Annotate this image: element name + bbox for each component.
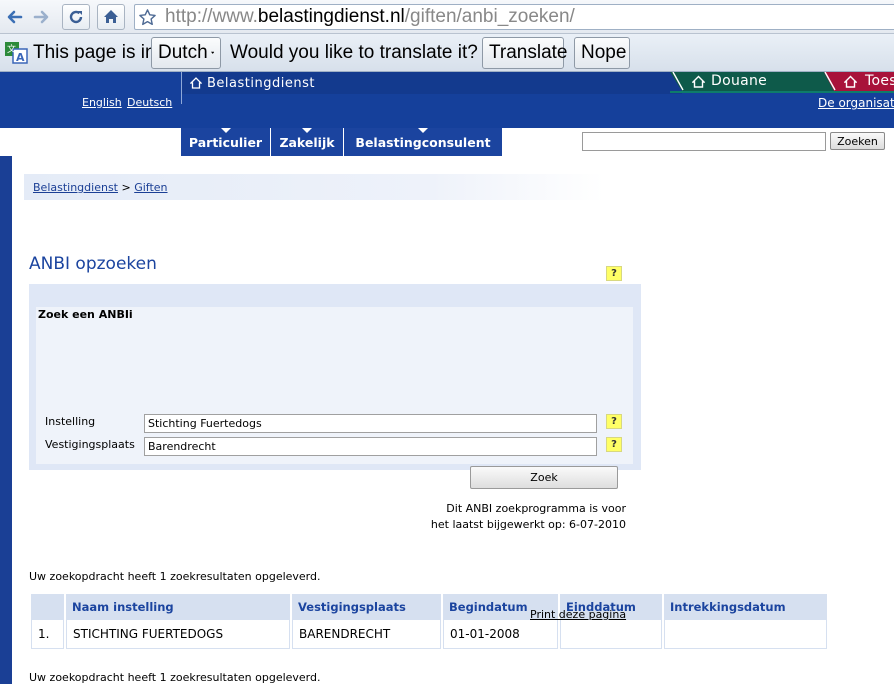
tab-zakelijk[interactable]: Zakelijk <box>271 128 344 156</box>
zoek-button[interactable]: Zoek <box>470 466 618 489</box>
language-label: Dutch <box>158 42 208 63</box>
column-header-naam: Naam instelling <box>66 594 290 619</box>
instelling-input[interactable]: Stichting Fuertedogs <box>144 414 597 433</box>
site-header: Belastingdienst English Deutsch Douane T… <box>0 72 894 128</box>
breadcrumb-link-root[interactable]: Belastingdienst <box>33 181 118 194</box>
address-bar[interactable]: http://www.belastingdienst.nl/giften/anb… <box>134 4 894 30</box>
site-search-input[interactable] <box>582 132 826 151</box>
breadcrumb-separator: > <box>121 181 131 194</box>
instelling-label: Instelling <box>45 415 96 428</box>
cell-intrekkingsdatum <box>664 619 827 649</box>
translate-infobar: A 文 This page is in Dutch Would you like… <box>0 34 894 72</box>
browser-toolbar: http://www.belastingdienst.nl/giften/anb… <box>0 0 894 34</box>
forward-button[interactable] <box>30 4 52 30</box>
print-page-link[interactable]: Print deze pagina <box>530 608 626 621</box>
star-icon <box>139 9 156 26</box>
cell-einddatum <box>560 619 662 649</box>
svg-text:A: A <box>16 51 25 64</box>
header-accent-line <box>670 91 894 93</box>
tab-label: Zakelijk <box>279 134 335 150</box>
home-outline-icon <box>692 75 705 88</box>
column-header-vestigingsplaats: Vestigingsplaats <box>292 594 441 619</box>
translate-question: Would you like to translate it? <box>230 42 478 63</box>
column-header-intrekkingsdatum: Intrekkingsdatum <box>664 594 827 619</box>
breadcrumb: Belastingdienst > Giften <box>24 174 604 200</box>
reload-button[interactable] <box>62 4 90 30</box>
svg-text:文: 文 <box>7 43 16 55</box>
back-button[interactable] <box>4 4 26 30</box>
help-icon[interactable]: ? <box>606 266 622 281</box>
update-note-line2: het laatst bijgewerkt op: 6-07-2010 <box>430 518 626 531</box>
brand-bar[interactable]: Belastingdienst <box>182 72 682 94</box>
table-header-row: Naam instelling Vestigingsplaats Beginda… <box>31 594 827 619</box>
translate-icon: A 文 <box>5 42 28 64</box>
organisation-link[interactable]: De organisati <box>818 96 894 110</box>
home-outline-icon <box>844 75 857 88</box>
back-arrow-icon <box>7 10 23 24</box>
site-search-button[interactable]: Zoeken <box>830 132 885 150</box>
instelling-help-icon[interactable]: ? <box>606 414 622 429</box>
toeslagen-label: Toes <box>865 73 894 89</box>
nope-button[interactable]: Nope <box>574 37 630 69</box>
result-summary-top: Uw zoekopdracht heeft 1 zoekresultaten o… <box>29 570 321 583</box>
brand-name: Belastingdienst <box>207 75 315 91</box>
results-table: Naam instelling Vestigingsplaats Beginda… <box>29 594 829 649</box>
search-heading: Zoek een ANBIi <box>38 308 133 321</box>
translate-message: This page is in <box>33 42 156 63</box>
cell-number: 1. <box>31 619 64 649</box>
url-text: http://www.belastingdienst.nl/giften/anb… <box>165 6 575 27</box>
home-small-icon <box>190 77 202 89</box>
column-header-number <box>31 594 64 619</box>
update-note-line1: Dit ANBI zoekprogramma is voor <box>446 502 626 515</box>
tab-label: Particulier <box>188 134 263 150</box>
cell-naam: STICHTING FUERTEDOGS <box>66 619 290 649</box>
tab-toeslagen[interactable]: Toes <box>822 72 894 91</box>
tab-label: Belastingconsulent <box>355 134 491 150</box>
vestigingsplaats-label: Vestigingsplaats <box>45 438 135 451</box>
result-summary-bottom: Uw zoekopdracht heeft 1 zoekresultaten o… <box>29 671 321 684</box>
home-button[interactable] <box>97 4 125 30</box>
lang-english-link[interactable]: English <box>82 96 122 109</box>
tab-notch <box>418 128 428 133</box>
breadcrumb-link-current[interactable]: Giften <box>134 181 167 194</box>
douane-label: Douane <box>711 73 768 89</box>
cell-begindatum: 01-01-2008 <box>443 619 558 649</box>
tab-notch <box>220 128 231 133</box>
content-area: Belastingdienst > Giften ANBI opzoeken ?… <box>12 156 894 684</box>
tab-notch <box>302 128 312 133</box>
tab-belastingconsulent[interactable]: Belastingconsulent <box>344 128 503 156</box>
translate-button[interactable]: Translate <box>482 37 568 69</box>
main-navigation: Particulier Zakelijk Belastingconsulent … <box>0 128 894 156</box>
vestigingsplaats-input[interactable]: Barendrecht <box>144 437 597 456</box>
language-dropdown[interactable]: Dutch <box>151 37 221 69</box>
tab-douane[interactable]: Douane <box>670 72 835 91</box>
lang-deutsch-link[interactable]: Deutsch <box>127 96 172 109</box>
web-page: Belastingdienst English Deutsch Douane T… <box>0 72 894 684</box>
forward-arrow-icon <box>33 10 49 24</box>
reload-icon <box>69 10 83 24</box>
vestigingsplaats-help-icon[interactable]: ? <box>606 437 622 452</box>
dropdown-arrow-icon <box>210 51 214 54</box>
cell-vestigingsplaats: BARENDRECHT <box>292 619 441 649</box>
home-icon <box>104 10 118 23</box>
page-title: ANBI opzoeken <box>29 254 157 274</box>
table-row: 1. STICHTING FUERTEDOGS BARENDRECHT 01-0… <box>31 619 827 649</box>
tab-particulier[interactable]: Particulier <box>181 128 271 156</box>
